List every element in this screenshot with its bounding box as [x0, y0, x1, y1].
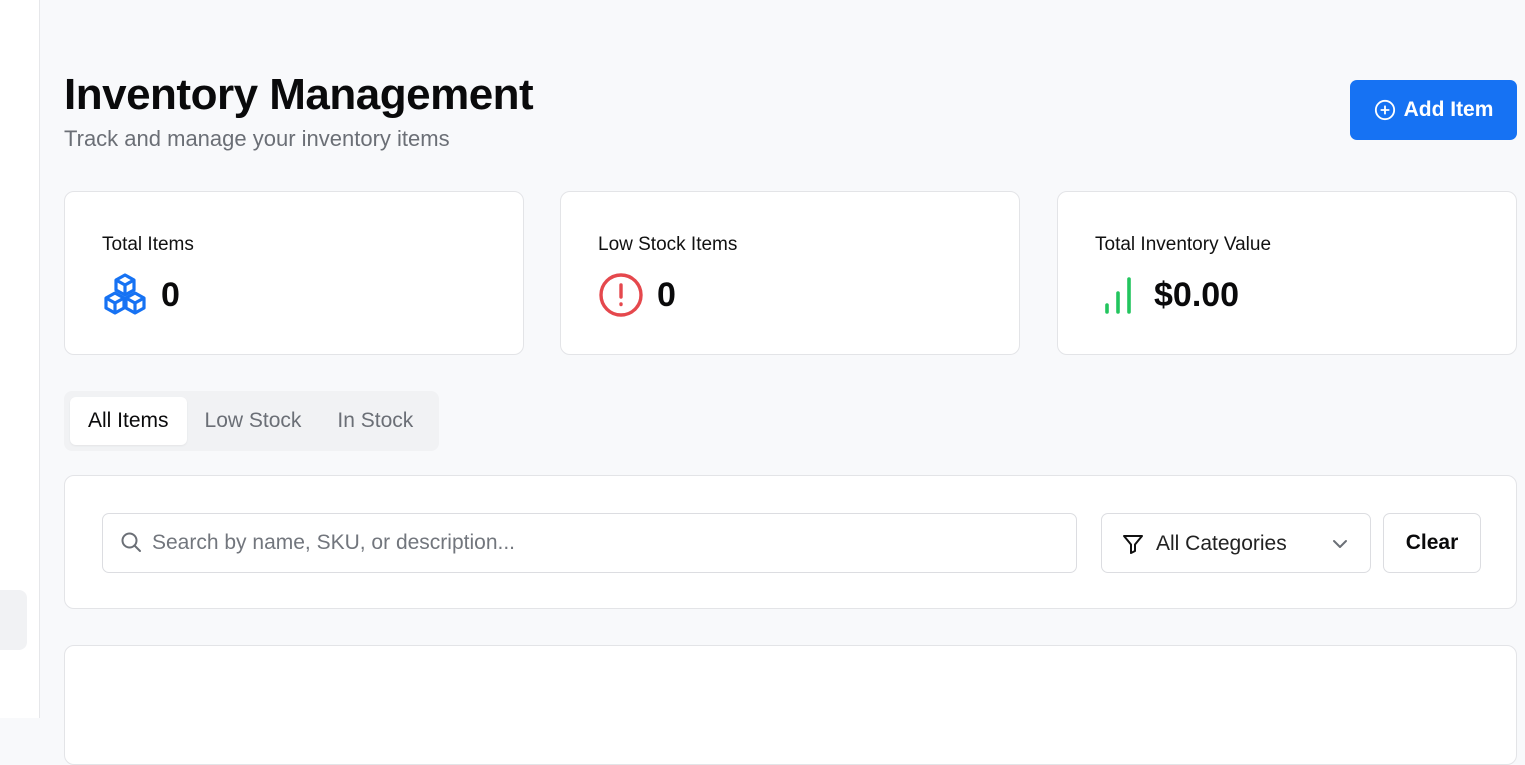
inventory-table-card [64, 645, 1517, 765]
sidebar-active-item[interactable] [0, 590, 27, 650]
sidebar [0, 0, 40, 718]
tab-all-items[interactable]: All Items [70, 397, 187, 445]
stat-value: 0 [657, 276, 676, 314]
search-box [102, 513, 1077, 573]
category-select-value: All Categories [1156, 532, 1287, 555]
main-content: Inventory Management Track and manage yo… [64, 0, 1517, 765]
category-select[interactable]: All Categories [1101, 513, 1371, 573]
tab-low-stock[interactable]: Low Stock [187, 397, 320, 445]
bar-chart-icon [1105, 277, 1131, 314]
stat-card-low-stock: Low Stock Items 0 [560, 191, 1020, 355]
add-item-button[interactable]: Add Item [1350, 80, 1517, 140]
boxes-icon [104, 273, 146, 315]
filter-bar: All Categories Clear [64, 475, 1517, 609]
tab-in-stock[interactable]: In Stock [319, 397, 431, 445]
search-icon [121, 532, 141, 552]
page-title: Inventory Management [64, 70, 534, 119]
stat-card-inventory-value: Total Inventory Value $0.00 [1057, 191, 1517, 355]
search-input[interactable] [103, 514, 1076, 572]
stat-label: Total Items [102, 234, 194, 255]
stat-label: Total Inventory Value [1095, 234, 1272, 255]
add-item-label: Add Item [1403, 98, 1494, 121]
stat-label: Low Stock Items [598, 234, 738, 255]
chevron-down-icon [1333, 540, 1347, 548]
clear-button[interactable]: Clear [1383, 513, 1481, 573]
stat-value: $0.00 [1154, 276, 1240, 314]
alert-circle-icon [599, 273, 643, 317]
plus-circle-icon [1374, 99, 1395, 121]
page-subtitle: Track and manage your inventory items [64, 126, 450, 151]
filter-icon [1123, 535, 1143, 554]
inventory-tabs: All Items Low Stock In Stock [64, 391, 439, 451]
stat-value: 0 [161, 276, 180, 314]
stat-card-total-items: Total Items 0 [64, 191, 524, 355]
